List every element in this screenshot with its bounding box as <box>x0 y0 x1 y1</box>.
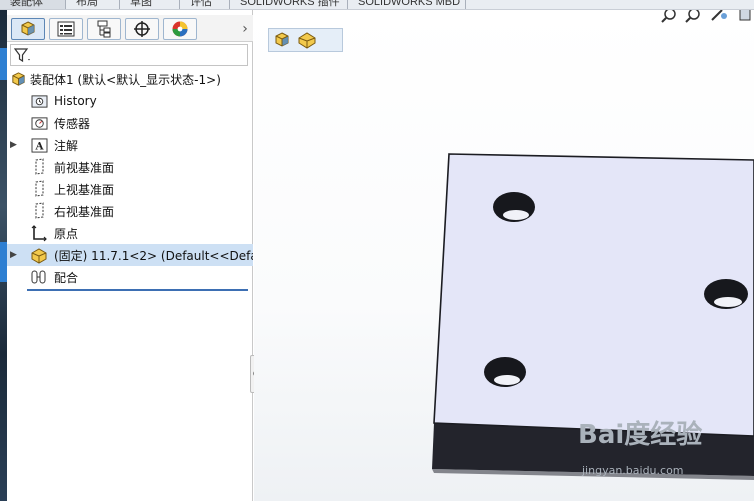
assembly-icon <box>9 70 27 88</box>
tree-root-label: 装配体1 (默认<默认_显示状态-1>) <box>30 72 221 87</box>
filter-icon[interactable] <box>14 48 32 63</box>
tree-item-label: 前视基准面 <box>54 160 115 175</box>
propertymanager-tab[interactable] <box>49 18 83 40</box>
tree-item-annotations[interactable]: ▶ A 注解 <box>7 134 253 156</box>
hole[interactable] <box>704 279 748 309</box>
tab-evaluate[interactable]: 评估 <box>180 0 230 9</box>
plane-icon <box>30 158 48 176</box>
dimxpertmanager-tab[interactable] <box>125 18 159 40</box>
tree-item-label: 配合 <box>54 270 79 285</box>
tab-assembly[interactable]: 装配体 <box>0 0 66 9</box>
assembly-featuremanager-icon <box>21 21 35 36</box>
tab-layout[interactable]: 布局 <box>66 0 120 9</box>
desktop-edge <box>0 10 7 501</box>
watermark-logo: Bai度经验 <box>578 420 703 450</box>
tree-item-front-plane[interactable]: 前视基准面 <box>7 156 253 178</box>
watermark-url: jingyan.baidu.com <box>582 464 684 477</box>
configurationmanager-tab[interactable] <box>87 18 121 40</box>
panel-tabs: › <box>7 15 253 42</box>
configurationmanager-icon <box>97 20 111 38</box>
hole[interactable] <box>493 192 535 222</box>
hole[interactable] <box>484 357 526 387</box>
dimxpertmanager-icon <box>134 21 150 37</box>
tree-item-origin[interactable]: 原点 <box>7 222 253 244</box>
graphics-area[interactable]: Bai度经验 jingyan.baidu.com <box>254 10 754 501</box>
plane-icon <box>30 202 48 220</box>
part-icon <box>30 246 48 264</box>
displaymanager-icon <box>172 21 188 37</box>
watermark: Bai度经验 jingyan.baidu.com <box>578 414 748 484</box>
tree-item-label: 右视基准面 <box>54 204 115 219</box>
svg-text:A: A <box>34 140 44 152</box>
tree-item-label: History <box>54 94 97 108</box>
command-manager-tabs: 装配体 布局 草图 评估 SOLIDWORKS 插件 SOLIDWORKS MB… <box>0 0 754 10</box>
tree-item-label: (固定) 11.7.1<2> (Default<<Defau <box>54 248 253 263</box>
tree-root-assembly[interactable]: 装配体1 (默认<默认_显示状态-1>) <box>7 68 253 90</box>
featuremanager-tab[interactable] <box>11 18 45 40</box>
tree-item-label: 注解 <box>54 138 79 153</box>
tab-sketch[interactable]: 草图 <box>120 0 180 9</box>
tab-solidworks-addins[interactable]: SOLIDWORKS 插件 <box>230 0 348 9</box>
tree-filter-bar[interactable] <box>10 44 248 66</box>
tree-item-label: 原点 <box>54 226 79 241</box>
displaymanager-tab[interactable] <box>163 18 197 40</box>
propertymanager-icon <box>57 21 75 37</box>
expand-arrow-icon[interactable]: ▶ <box>10 250 20 260</box>
expand-arrow-icon[interactable]: ▶ <box>10 140 20 150</box>
tree-item-right-plane[interactable]: 右视基准面 <box>7 200 253 222</box>
tree-item-mates[interactable]: 配合 <box>7 266 253 288</box>
history-icon <box>30 92 48 110</box>
tree-item-label: 上视基准面 <box>54 182 115 197</box>
rollback-bar[interactable] <box>27 289 248 291</box>
tree-item-label: 传感器 <box>54 116 91 131</box>
tab-solidworks-mbd[interactable]: SOLIDWORKS MBD <box>348 0 466 9</box>
featuremanager-panel: › 装配体1 (默认<默认_显示状态-1>) History 传感器 ▶ A 注… <box>7 10 253 501</box>
sensor-icon <box>30 114 48 132</box>
tree-item-top-plane[interactable]: 上视基准面 <box>7 178 253 200</box>
annotation-icon: A <box>30 136 48 154</box>
chevron-right-icon[interactable]: › <box>239 19 251 39</box>
origin-icon <box>30 224 48 242</box>
plane-icon <box>30 180 48 198</box>
tree-item-part-fixed[interactable]: ▶ (固定) 11.7.1<2> (Default<<Defau <box>7 244 253 266</box>
mate-icon <box>30 268 48 286</box>
tree-item-sensors[interactable]: 传感器 <box>7 112 253 134</box>
tree-item-history[interactable]: History <box>7 90 253 112</box>
